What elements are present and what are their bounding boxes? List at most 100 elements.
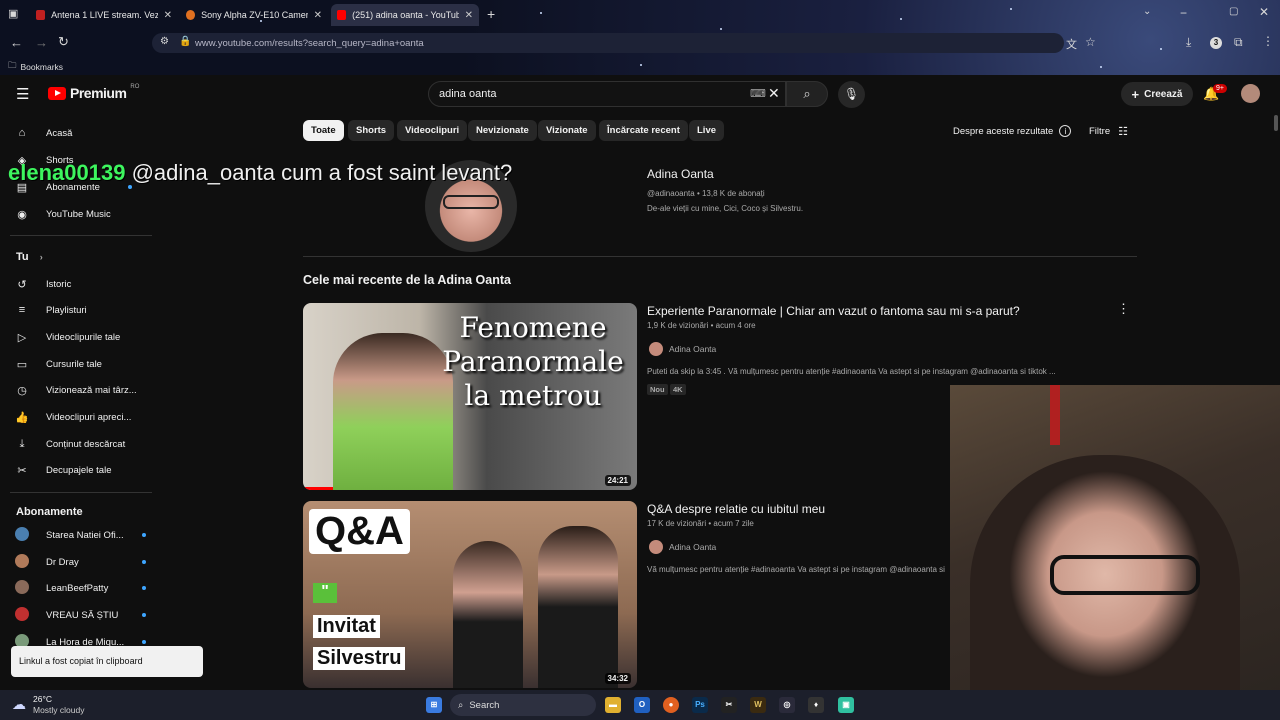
window-close-icon[interactable]: ✕ xyxy=(1259,5,1269,19)
create-label: Creează xyxy=(1144,88,1183,100)
sidebar-item-home[interactable]: ⌂ Acasă xyxy=(14,123,154,143)
minimize-icon[interactable]: − xyxy=(1180,6,1187,20)
sidebar-item-courses[interactable]: ▭ Cursurile tale xyxy=(14,354,154,374)
weather-temp[interactable]: 26°C xyxy=(33,694,52,704)
bookmark-star-icon[interactable]: ☆ xyxy=(1085,35,1096,49)
clear-search-icon[interactable]: ✕ xyxy=(768,85,780,102)
voice-search-button[interactable]: 🎙 xyxy=(838,81,865,108)
tab-antena[interactable]: Antena 1 LIVE stream. Vezi onli ✕ xyxy=(30,4,178,26)
antena-favicon-icon xyxy=(36,10,46,20)
sidebar-item-history[interactable]: ↺ Istoric xyxy=(14,274,154,294)
video-channel[interactable]: Adina Oanta xyxy=(649,342,716,356)
subscription-item[interactable]: LeanBeefPatty xyxy=(14,578,154,598)
channel-avatar xyxy=(15,579,29,594)
sidebar-item-your-videos[interactable]: ▷ Videoclipurile tale xyxy=(14,327,154,347)
bookmarks-bar[interactable]: 🗀 Bookmarks xyxy=(8,60,63,74)
discord-icon[interactable]: ◎ xyxy=(779,697,795,713)
close-icon[interactable]: ✕ xyxy=(465,10,473,21)
video-thumbnail[interactable]: Q&A " Invitat Silvestru 34:32 xyxy=(303,501,637,688)
url-text[interactable]: www.youtube.com/results?search_query=adi… xyxy=(195,38,424,49)
outlook-icon[interactable]: O xyxy=(634,697,650,713)
tab-youtube[interactable]: (251) adina oanta - YouTube ✕ xyxy=(331,4,479,26)
sidebar-item-watch-later[interactable]: ◷ Vizionează mai târz... xyxy=(14,380,154,400)
taskbar-search[interactable]: ⌕ Search xyxy=(450,694,596,716)
warcraft-icon[interactable]: W xyxy=(750,697,766,713)
back-icon[interactable]: ← xyxy=(10,35,23,50)
chip-live[interactable]: Live xyxy=(689,120,725,141)
sidebar-label: Conținut descărcat xyxy=(46,438,126,450)
firefox-icon[interactable]: ● xyxy=(663,697,679,713)
video-thumbnail[interactable]: Fenomene Paranormale la metrou 24:21 xyxy=(303,303,637,490)
playlist-icon: ≡ xyxy=(18,304,26,316)
weather-cloud-icon[interactable]: ☁ xyxy=(12,696,26,713)
chip-recently-uploaded[interactable]: Încărcate recent xyxy=(599,120,688,141)
close-icon[interactable]: ✕ xyxy=(164,10,172,21)
photoshop-icon[interactable]: Ps xyxy=(692,697,708,713)
watch-progress-bar xyxy=(303,487,333,490)
chat-app-icon[interactable]: ▣ xyxy=(838,697,854,713)
filters-button[interactable]: Filtre ☷ xyxy=(1089,125,1128,138)
sidebar-item-clips[interactable]: ✂ Decupajele tale xyxy=(14,460,154,480)
extensions-icon[interactable]: ⧉ xyxy=(1234,35,1243,50)
close-icon[interactable]: ✕ xyxy=(314,10,322,21)
channel-avatar xyxy=(15,553,29,568)
search-icon: ⌕ xyxy=(803,86,811,101)
download-icon[interactable]: ⤓ xyxy=(1186,35,1191,50)
sidebar-item-playlists[interactable]: ≡ Playlisturi xyxy=(14,300,154,320)
youtube-favicon-icon xyxy=(337,10,347,20)
maximize-icon[interactable]: ▢ xyxy=(1229,6,1238,17)
translate-icon[interactable]: 文 xyxy=(1066,36,1077,52)
reload-icon[interactable]: ↻ xyxy=(58,34,69,50)
youtube-play-icon xyxy=(48,86,66,100)
chip-unwatched[interactable]: Nevizionate xyxy=(468,120,537,141)
youtube-premium-logo[interactable]: Premium RO xyxy=(48,84,139,101)
extension-badge[interactable]: 3 xyxy=(1210,37,1222,49)
you-heading-text: Tu xyxy=(16,251,29,263)
chip-all[interactable]: Toate xyxy=(303,120,344,141)
sidebar-item-liked[interactable]: 👍 Videoclipuri apreci... xyxy=(14,407,154,427)
video-title[interactable]: Experiente Paranormale | Chiar am vazut … xyxy=(647,304,1020,318)
tab-title: Sony Alpha ZV-E10 Camera Mi xyxy=(201,10,307,20)
tab-actions-icon[interactable]: ▣ xyxy=(8,7,18,20)
new-content-dot xyxy=(142,560,146,564)
chip-shorts[interactable]: Shorts xyxy=(348,120,395,141)
sidebar-item-downloads[interactable]: ⤓ Conținut descărcat xyxy=(14,434,154,454)
subscription-item[interactable]: VREAU SĂ ȘTIU xyxy=(14,605,154,625)
video-title[interactable]: Q&A despre relatie cu iubitul meu xyxy=(647,502,825,516)
video-channel[interactable]: Adina Oanta xyxy=(649,540,716,554)
keyboard-icon[interactable]: ⌨ xyxy=(750,87,766,100)
subscription-label: VREAU SĂ ȘTIU xyxy=(46,609,119,621)
channel-label: Adina Oanta xyxy=(669,542,717,552)
site-info-icon[interactable]: ⚙ xyxy=(160,36,169,47)
tab-sony[interactable]: Sony Alpha ZV-E10 Camera Mi ✕ xyxy=(180,4,328,26)
search-value[interactable]: adina oanta xyxy=(439,88,497,100)
chip-videos[interactable]: Videoclipuri xyxy=(397,120,468,141)
file-explorer-icon[interactable]: ▬ xyxy=(605,697,621,713)
create-button[interactable]: + Creează xyxy=(1121,82,1193,106)
hamburger-menu-icon[interactable]: ☰ xyxy=(16,85,29,103)
page-scrollbar[interactable] xyxy=(1274,115,1278,131)
sidebar-item-music[interactable]: ◉ YouTube Music xyxy=(14,204,154,224)
sony-favicon-icon xyxy=(186,10,196,20)
channel-name[interactable]: Adina Oanta xyxy=(647,167,714,181)
forward-icon[interactable]: → xyxy=(35,35,48,50)
about-results-link[interactable]: Despre aceste rezultate i xyxy=(953,125,1072,137)
sidebar-label: Playlisturi xyxy=(46,304,87,316)
capcut-icon[interactable]: ✂ xyxy=(721,697,737,713)
chat-overlay: elena00139 @adina_oanta cum a fost saint… xyxy=(8,160,512,186)
chevron-right-icon: › xyxy=(39,252,43,262)
filter-sliders-icon: ☷ xyxy=(1118,126,1128,138)
new-tab-icon[interactable]: + xyxy=(487,6,495,22)
search-button[interactable]: ⌕ xyxy=(786,81,828,107)
account-avatar[interactable] xyxy=(1241,84,1260,103)
more-options-icon[interactable]: ⋮ xyxy=(1117,301,1130,317)
subscription-item[interactable]: Dr Dray xyxy=(14,552,154,572)
chip-watched[interactable]: Vizionate xyxy=(538,120,596,141)
tab-search-icon[interactable]: ⌄ xyxy=(1143,6,1151,17)
tab-title: (251) adina oanta - YouTube xyxy=(352,10,459,20)
subscription-item[interactable]: Starea Natiei Ofi... xyxy=(14,525,154,545)
menu-dots-icon[interactable]: ⋮ xyxy=(1262,34,1274,48)
sidebar-you-heading[interactable]: Tu › xyxy=(16,251,43,263)
windows-start-icon[interactable]: ⊞ xyxy=(426,697,442,713)
app-icon[interactable]: ♦ xyxy=(808,697,824,713)
